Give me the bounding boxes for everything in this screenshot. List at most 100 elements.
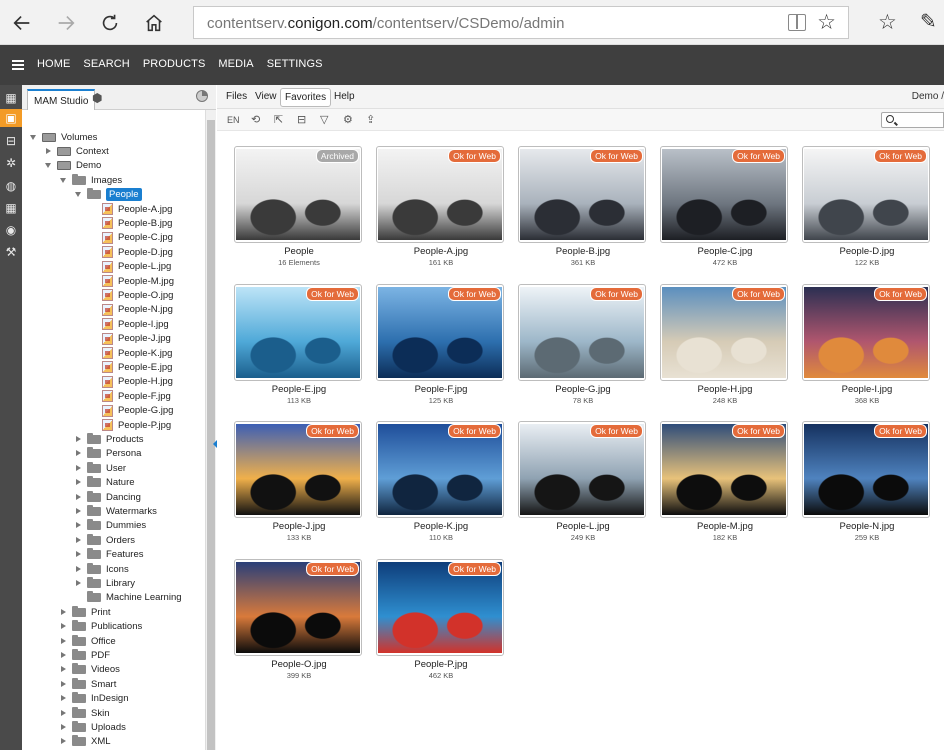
collapsed-caret-icon[interactable]: [59, 637, 68, 646]
tree-folder-item[interactable]: Dummies: [74, 519, 146, 533]
tree-folder-item[interactable]: Orders: [74, 533, 135, 547]
collapsed-caret-icon[interactable]: [59, 665, 68, 674]
collapsed-caret-icon[interactable]: [59, 709, 68, 718]
nav-home[interactable]: HOME: [37, 58, 70, 70]
asset-card[interactable]: Ok for Web People-K.jpg 110 KB: [376, 421, 506, 542]
tree-file-item[interactable]: People-F.jpg: [89, 389, 171, 403]
asset-card[interactable]: Ok for Web People-E.jpg 113 KB: [234, 283, 364, 405]
upload-icon[interactable]: ⇪: [366, 113, 375, 126]
cube-icon[interactable]: ⬢: [92, 91, 102, 105]
tree-file-item[interactable]: People-N.jpg: [89, 303, 173, 317]
tree-folder-item[interactable]: Volumes: [29, 130, 97, 144]
back-arrow-icon[interactable]: [7, 8, 37, 38]
nav-media[interactable]: MEDIA: [218, 58, 253, 70]
collapse-icon[interactable]: ⊟: [297, 113, 306, 126]
menu-help[interactable]: Help: [334, 91, 355, 102]
play-circle-icon[interactable]: ◉: [2, 221, 20, 239]
tree-folder-item[interactable]: Print: [59, 605, 111, 619]
collapsed-caret-icon[interactable]: [59, 651, 68, 660]
asset-card[interactable]: Ok for Web People-O.jpg 399 KB: [234, 558, 364, 680]
asset-card[interactable]: Archived People 16 Elements: [234, 146, 364, 267]
collapsed-caret-icon[interactable]: [59, 680, 68, 689]
tree-folder-item[interactable]: Demo: [44, 159, 101, 173]
asset-thumbnail-frame[interactable]: Ok for Web: [518, 421, 646, 518]
tree-folder-item[interactable]: Icons: [74, 562, 129, 576]
asset-thumbnail-frame[interactable]: Ok for Web: [660, 421, 788, 518]
asset-card[interactable]: Ok for Web People-P.jpg 462 KB: [376, 558, 506, 680]
collapsed-caret-icon[interactable]: [74, 507, 83, 516]
expanded-caret-icon[interactable]: [29, 133, 38, 142]
tree-folder-item[interactable]: PDF: [59, 648, 110, 662]
search-input[interactable]: [881, 112, 944, 128]
calendar-grid-icon[interactable]: ▦: [2, 199, 20, 217]
asset-thumbnail-frame[interactable]: Ok for Web: [376, 283, 504, 381]
collapsed-caret-icon[interactable]: [74, 478, 83, 487]
asset-card[interactable]: Ok for Web People-B.jpg 361 KB: [518, 146, 648, 267]
asset-thumbnail-frame[interactable]: Archived: [234, 146, 362, 243]
forward-arrow-icon[interactable]: [51, 8, 81, 38]
language-selector[interactable]: EN: [227, 115, 240, 125]
collapsed-caret-icon[interactable]: [74, 449, 83, 458]
asset-thumbnail-frame[interactable]: Ok for Web: [518, 283, 646, 381]
menu-favorites[interactable]: Favorites: [280, 88, 332, 107]
collapsed-caret-icon[interactable]: [74, 536, 83, 545]
tree-folder-item[interactable]: Smart: [59, 677, 116, 691]
asset-thumbnail-frame[interactable]: Ok for Web: [376, 558, 504, 656]
asset-card[interactable]: Ok for Web People-H.jpg 248 KB: [660, 283, 790, 405]
nav-search[interactable]: SEARCH: [83, 58, 129, 70]
tree-file-item[interactable]: People-O.jpg: [89, 288, 173, 302]
tree-folder-item[interactable]: Machine Learning: [74, 591, 182, 605]
collapsed-caret-icon[interactable]: [74, 550, 83, 559]
asset-thumbnail-frame[interactable]: Ok for Web: [234, 558, 362, 656]
asset-card[interactable]: Ok for Web People-G.jpg 78 KB: [518, 283, 648, 405]
tree-file-item[interactable]: People-D.jpg: [89, 245, 173, 259]
wrench-icon[interactable]: ⚒: [2, 243, 20, 261]
asset-card[interactable]: Ok for Web People-A.jpg 161 KB: [376, 146, 506, 267]
tree-folder-item[interactable]: Features: [74, 548, 144, 562]
tree-file-item[interactable]: People-A.jpg: [89, 202, 172, 216]
collapsed-caret-icon[interactable]: [59, 723, 68, 732]
tree-folder-item[interactable]: Skin: [59, 706, 109, 720]
asset-card[interactable]: Ok for Web People-J.jpg 133 KB: [234, 421, 364, 542]
address-bar[interactable]: contentserv.conigon.com/contentserv/CSDe…: [193, 6, 849, 39]
collapsed-caret-icon[interactable]: [74, 593, 83, 602]
tree-folder-item[interactable]: InDesign: [59, 692, 129, 706]
collapsed-caret-icon[interactable]: [44, 147, 53, 156]
asset-thumbnail-frame[interactable]: Ok for Web: [376, 421, 504, 518]
tree-folder-item[interactable]: XML: [59, 735, 111, 749]
tree-folder-item[interactable]: Videos: [59, 663, 120, 677]
asset-card[interactable]: Ok for Web People-M.jpg 182 KB: [660, 421, 790, 542]
tree-file-item[interactable]: People-E.jpg: [89, 360, 172, 374]
reading-view-icon[interactable]: [788, 14, 806, 31]
settings-gear-icon[interactable]: ⚙: [343, 113, 353, 126]
asset-card[interactable]: Ok for Web People-C.jpg 472 KB: [660, 146, 790, 267]
tree-folder-item[interactable]: Library: [74, 576, 135, 590]
refresh-icon[interactable]: [95, 8, 125, 38]
tree-file-item[interactable]: People-C.jpg: [89, 231, 173, 245]
collapsed-caret-icon[interactable]: [59, 737, 68, 746]
expanded-caret-icon[interactable]: [59, 176, 68, 185]
tree-folder-item[interactable]: Watermarks: [74, 504, 157, 518]
tree-file-item[interactable]: People-G.jpg: [89, 404, 173, 418]
tree-folder-item[interactable]: Persona: [74, 447, 141, 461]
tree-file-item[interactable]: People-P.jpg: [89, 418, 171, 432]
asset-thumbnail-frame[interactable]: Ok for Web: [802, 146, 930, 243]
asset-thumbnail-frame[interactable]: Ok for Web: [234, 283, 362, 381]
collapsed-caret-icon[interactable]: [74, 579, 83, 588]
gear-icon[interactable]: ✲: [2, 154, 20, 172]
menu-view[interactable]: View: [255, 91, 277, 102]
asset-card[interactable]: Ok for Web People-D.jpg 122 KB: [802, 146, 932, 267]
hamburger-menu-icon[interactable]: [12, 60, 24, 70]
pie-chart-icon[interactable]: [196, 90, 208, 102]
globe-icon[interactable]: ◍: [2, 177, 20, 195]
nav-settings[interactable]: SETTINGS: [267, 58, 323, 70]
tree-file-item[interactable]: People-J.jpg: [89, 332, 171, 346]
collapsed-caret-icon[interactable]: [59, 622, 68, 631]
favorites-hub-icon[interactable]: ☆: [878, 10, 897, 35]
breadcrumb[interactable]: Demo /: [912, 91, 944, 102]
refresh-icon[interactable]: ⟲: [251, 113, 260, 126]
nav-products[interactable]: PRODUCTS: [143, 58, 206, 70]
collapsed-caret-icon[interactable]: [59, 608, 68, 617]
tree-scrollbar-thumb[interactable]: [207, 120, 215, 750]
tree-file-item[interactable]: People-H.jpg: [89, 375, 173, 389]
